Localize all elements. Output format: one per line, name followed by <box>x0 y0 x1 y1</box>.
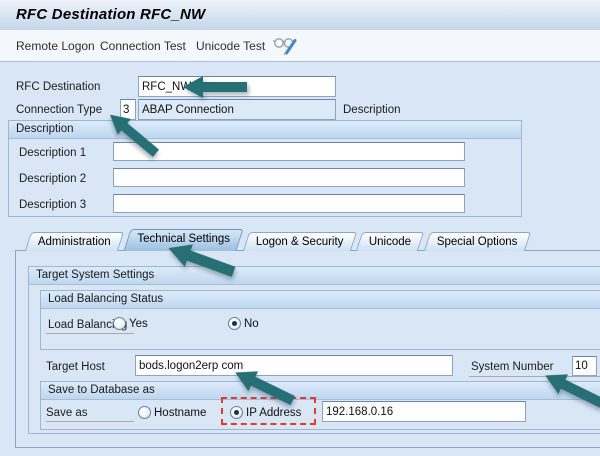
page-title: RFC Destination RFC_NW <box>16 6 205 23</box>
system-number-label-rule <box>469 376 600 377</box>
rfc-destination-label: RFC Destination <box>16 81 100 93</box>
tab-unicode[interactable]: Unicode <box>356 232 424 251</box>
load-balancing-no-radio[interactable]: No <box>228 317 259 330</box>
radio-label: No <box>244 318 259 330</box>
tab-strip: Administration Technical Settings Logon … <box>28 230 534 251</box>
save-as-label: Save as <box>46 407 88 419</box>
tab-label: Unicode <box>369 233 411 251</box>
radio-circle-icon <box>138 406 151 419</box>
target-system-settings-title: Target System Settings <box>29 267 600 285</box>
tab-label: Administration <box>38 233 111 251</box>
radio-label: IP Address <box>246 407 301 419</box>
unicode-test-button[interactable]: Unicode Test <box>196 39 265 53</box>
connection-test-button[interactable]: Connection Test <box>100 39 186 53</box>
save-as-label-rule <box>46 421 134 422</box>
radio-circle-icon <box>230 406 243 419</box>
radio-label: Hostname <box>154 407 206 419</box>
display-change-icon[interactable] <box>272 35 298 62</box>
remote-logon-button[interactable]: Remote Logon <box>16 39 95 53</box>
target-host-label: Target Host <box>46 361 105 373</box>
tab-label: Special Options <box>437 233 518 251</box>
description-side-label: Description <box>343 104 401 116</box>
tab-special-options[interactable]: Special Options <box>424 232 531 251</box>
save-as-ip-address-radio[interactable]: IP Address <box>230 406 301 419</box>
description-2-input[interactable] <box>113 168 465 187</box>
system-number-label: System Number <box>471 361 553 373</box>
target-host-input[interactable] <box>135 355 453 376</box>
description-1-input[interactable] <box>113 142 465 161</box>
radio-label: Yes <box>129 318 148 330</box>
description-3-label: Description 3 <box>19 199 86 211</box>
connection-type-label: Connection Type <box>16 104 102 116</box>
description-group-title: Description <box>9 121 521 139</box>
load-balancing-label-rule <box>46 333 134 334</box>
description-2-label: Description 2 <box>19 173 86 185</box>
tab-label: Logon & Security <box>255 233 343 251</box>
window-title-bar: RFC Destination RFC_NW <box>0 0 600 31</box>
system-number-input[interactable] <box>572 356 597 376</box>
description-1-label: Description 1 <box>19 147 86 159</box>
save-as-hostname-radio[interactable]: Hostname <box>138 406 206 419</box>
connection-type-text-field <box>138 99 336 120</box>
radio-circle-icon <box>113 317 126 330</box>
glasses-pencil-icon <box>272 35 298 57</box>
save-to-database-title: Save to Database as <box>41 382 600 400</box>
load-balancing-yes-radio[interactable]: Yes <box>113 317 148 330</box>
tab-administration[interactable]: Administration <box>25 232 124 251</box>
ip-address-input[interactable] <box>322 401 526 422</box>
description-3-input[interactable] <box>113 194 465 213</box>
tab-logon-security[interactable]: Logon & Security <box>242 232 356 251</box>
annotation-arrow-rfc-destination <box>183 75 247 99</box>
description-group-box: Description Description 1 Description 2 … <box>8 120 522 217</box>
application-toolbar: Remote Logon Connection Test Unicode Tes… <box>0 31 600 62</box>
load-balancing-status-title: Load Balancing Status <box>41 291 600 309</box>
radio-circle-icon <box>228 317 241 330</box>
